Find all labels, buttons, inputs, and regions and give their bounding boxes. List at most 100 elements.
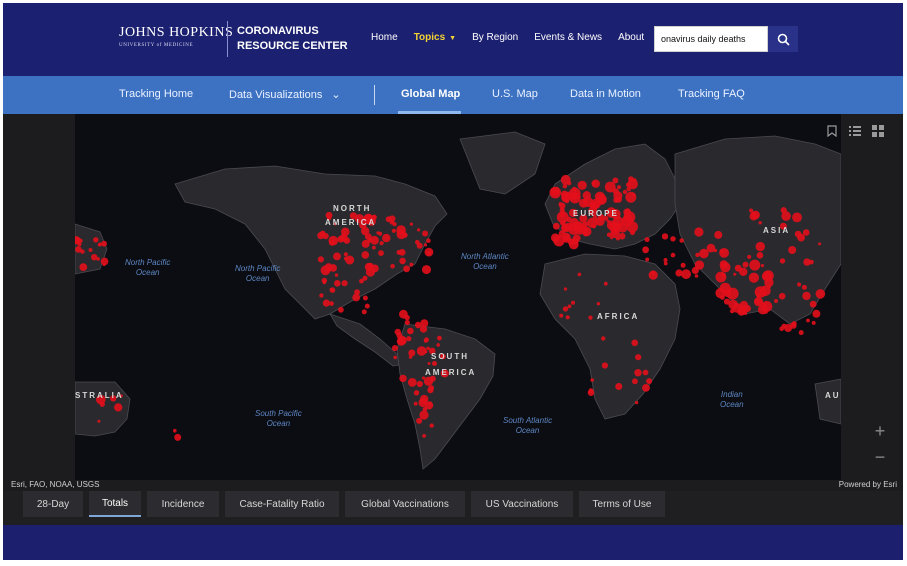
case-marker[interactable] [558,202,563,207]
case-marker[interactable] [562,232,571,241]
case-marker[interactable] [758,221,762,225]
case-marker[interactable] [623,211,636,224]
case-marker[interactable] [631,193,636,197]
case-marker[interactable] [79,263,88,271]
case-marker[interactable] [98,242,102,247]
case-marker[interactable] [778,292,786,300]
subnav-tracking-faq[interactable]: Tracking FAQ [678,88,745,100]
case-marker[interactable] [681,269,691,280]
subnav-us-map[interactable]: U.S. Map [492,88,538,100]
case-marker[interactable] [755,241,765,252]
case-marker[interactable] [329,301,334,306]
case-marker[interactable] [416,417,423,424]
case-marker[interactable] [802,291,811,301]
case-marker[interactable] [577,180,587,190]
case-marker[interactable] [797,282,802,287]
case-marker[interactable] [566,181,572,186]
case-marker[interactable] [695,252,700,258]
case-marker[interactable] [618,232,626,240]
case-marker[interactable] [409,222,413,226]
case-marker[interactable] [423,376,434,386]
case-marker[interactable] [794,230,802,238]
case-marker[interactable] [174,433,182,441]
case-marker[interactable] [391,228,396,233]
case-marker[interactable] [396,250,402,255]
case-marker[interactable] [801,284,807,290]
subnav-data-in-motion[interactable]: Data in Motion [570,88,641,100]
case-marker[interactable] [591,224,597,229]
case-marker[interactable] [319,293,324,298]
case-marker[interactable] [403,265,410,273]
case-marker[interactable] [635,354,642,361]
case-marker[interactable] [743,304,752,313]
case-marker[interactable] [407,378,417,387]
case-marker[interactable] [329,288,333,292]
case-marker[interactable] [102,263,106,267]
tab-28-day[interactable]: 28-Day [23,491,83,517]
case-marker[interactable] [579,198,588,208]
case-marker[interactable] [334,280,341,287]
search-input[interactable] [655,27,767,51]
case-marker[interactable] [675,269,683,277]
tab-totals[interactable]: Totals [89,491,141,517]
case-marker[interactable] [806,318,810,323]
case-marker[interactable] [379,241,384,246]
case-marker[interactable] [774,299,778,303]
case-marker[interactable] [748,272,760,283]
case-marker[interactable] [601,362,609,369]
case-marker[interactable] [642,246,649,254]
case-marker[interactable] [670,252,676,258]
case-marker[interactable] [391,345,399,352]
case-marker[interactable] [399,309,408,319]
case-marker[interactable] [606,220,617,231]
case-marker[interactable] [644,237,650,243]
case-marker[interactable] [93,237,99,243]
case-marker[interactable] [562,183,568,189]
case-marker[interactable] [114,403,123,412]
case-marker[interactable] [721,272,726,278]
case-marker[interactable] [761,271,772,282]
case-marker[interactable] [798,330,804,336]
case-marker[interactable] [562,306,569,312]
case-marker[interactable] [429,423,434,428]
case-marker[interactable] [390,263,395,269]
case-marker[interactable] [780,207,787,214]
case-marker[interactable] [747,254,752,259]
case-marker[interactable] [361,309,367,315]
case-marker[interactable] [625,191,637,203]
case-marker[interactable] [422,230,429,237]
case-marker[interactable] [407,327,414,335]
case-marker[interactable] [408,349,416,357]
case-marker[interactable] [413,401,418,406]
case-marker[interactable] [372,245,376,250]
case-marker[interactable] [646,378,653,385]
zoom-in-button[interactable]: + [869,420,891,442]
case-marker[interactable] [811,320,816,325]
case-marker[interactable] [426,346,430,351]
case-marker[interactable] [632,378,638,385]
case-marker[interactable] [788,246,797,254]
case-marker[interactable] [322,280,327,285]
case-marker[interactable] [382,233,391,243]
grid-icon[interactable] [871,124,885,138]
case-marker[interactable] [408,355,413,359]
case-marker[interactable] [409,262,414,267]
case-marker[interactable] [559,313,564,318]
case-marker[interactable] [399,374,407,383]
case-marker[interactable] [642,384,650,392]
case-marker[interactable] [552,222,560,230]
case-marker[interactable] [663,258,668,262]
case-marker[interactable] [341,227,350,237]
case-marker[interactable] [173,428,177,433]
resource-center-title[interactable]: CORONAVIRUS RESOURCE CENTER [237,24,348,54]
case-marker[interactable] [341,280,348,287]
case-marker[interactable] [588,315,593,320]
tab-case-fatality-ratio[interactable]: Case-Fatality Ratio [225,491,339,517]
case-marker[interactable] [413,390,420,396]
case-marker[interactable] [361,251,370,259]
case-marker[interactable] [352,293,361,302]
case-marker[interactable] [757,304,768,315]
case-marker[interactable] [663,261,668,266]
case-marker[interactable] [751,210,760,220]
case-marker[interactable] [414,321,422,329]
